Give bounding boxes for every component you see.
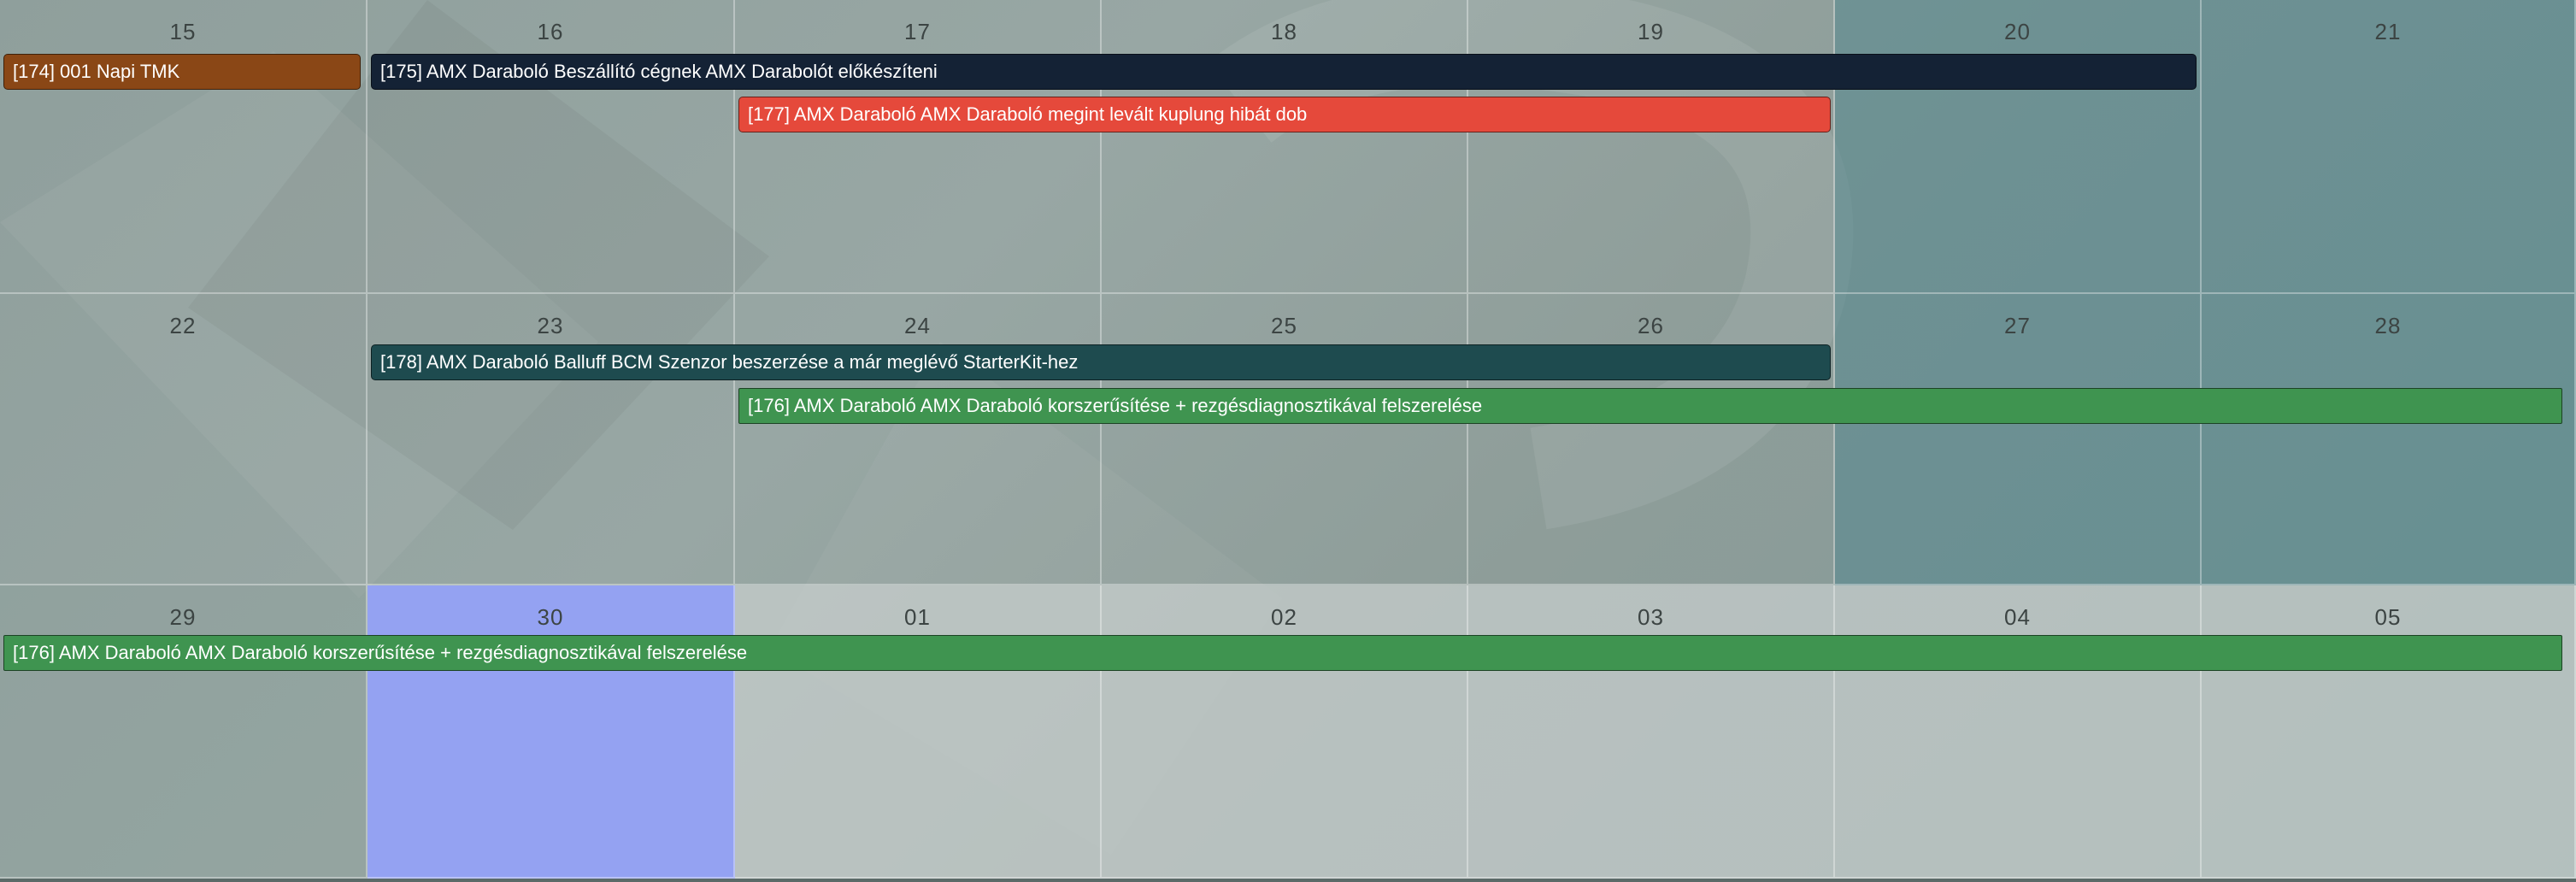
day-number: 02 [1271, 604, 1297, 630]
day-cell-weekend[interactable]: 21 [2202, 0, 2576, 294]
event-bar-176[interactable]: [176] AMX Daraboló AMX Daraboló korszerű… [3, 635, 2562, 671]
day-cell-next-month[interactable]: 03 [1468, 585, 1835, 879]
day-cell[interactable]: 15 [0, 0, 368, 294]
day-number: 05 [2374, 604, 2402, 630]
day-cell[interactable]: 23 [368, 294, 735, 585]
day-cell-next-month[interactable]: 01 [735, 585, 1102, 879]
day-number: 19 [1638, 19, 1664, 44]
day-cell[interactable]: 24 [735, 294, 1102, 585]
day-cell[interactable]: 26 [1468, 294, 1835, 585]
day-number: 29 [169, 604, 197, 630]
day-cell[interactable]: 25 [1102, 294, 1468, 585]
day-cell-next-month[interactable]: 05 [2202, 585, 2576, 879]
event-bar-178[interactable]: [178] AMX Daraboló Balluff BCM Szenzor b… [371, 344, 1831, 380]
day-cell-today[interactable]: 30 [368, 585, 735, 879]
day-number: 01 [904, 604, 931, 630]
day-number: 27 [2004, 313, 2031, 338]
day-cell[interactable]: 19 [1468, 0, 1835, 294]
day-number: 28 [2374, 313, 2402, 338]
day-cell[interactable]: 22 [0, 294, 368, 585]
day-cell-next-month[interactable]: 04 [1835, 585, 2202, 879]
day-number: 21 [2374, 19, 2402, 44]
day-number: 16 [537, 19, 564, 44]
day-number: 23 [537, 313, 564, 338]
event-bar-175[interactable]: [175] AMX Daraboló Beszállító cégnek AMX… [371, 54, 2197, 90]
day-cell[interactable]: 29 [0, 585, 368, 879]
day-cell[interactable]: 18 [1102, 0, 1468, 294]
day-number: 18 [1271, 19, 1297, 44]
event-bar-177[interactable]: [177] AMX Daraboló AMX Daraboló megint l… [738, 97, 1831, 132]
day-cell-weekend[interactable]: 20 [1835, 0, 2202, 294]
day-cell[interactable]: 16 [368, 0, 735, 294]
day-number: 22 [169, 313, 197, 338]
day-number: 24 [904, 313, 931, 338]
calendar-month-view: 15 16 17 18 19 20 21 22 23 24 25 26 27 2… [0, 0, 2576, 882]
day-cell-weekend[interactable]: 27 [1835, 294, 2202, 585]
day-cell-next-month[interactable]: 02 [1102, 585, 1468, 879]
event-bar-174[interactable]: [174] 001 Napi TMK [3, 54, 361, 90]
day-number: 15 [169, 19, 197, 44]
day-cell[interactable]: 17 [735, 0, 1102, 294]
day-cell-weekend[interactable]: 28 [2202, 294, 2576, 585]
calendar-bottom-border [0, 879, 2576, 882]
day-number: 20 [2004, 19, 2031, 44]
day-number: 17 [904, 19, 931, 44]
day-number: 30 [537, 604, 564, 630]
event-bar-176[interactable]: [176] AMX Daraboló AMX Daraboló korszerű… [738, 388, 2562, 424]
day-number: 03 [1638, 604, 1664, 630]
day-number: 25 [1271, 313, 1297, 338]
day-number: 04 [2004, 604, 2031, 630]
day-number: 26 [1638, 313, 1664, 338]
